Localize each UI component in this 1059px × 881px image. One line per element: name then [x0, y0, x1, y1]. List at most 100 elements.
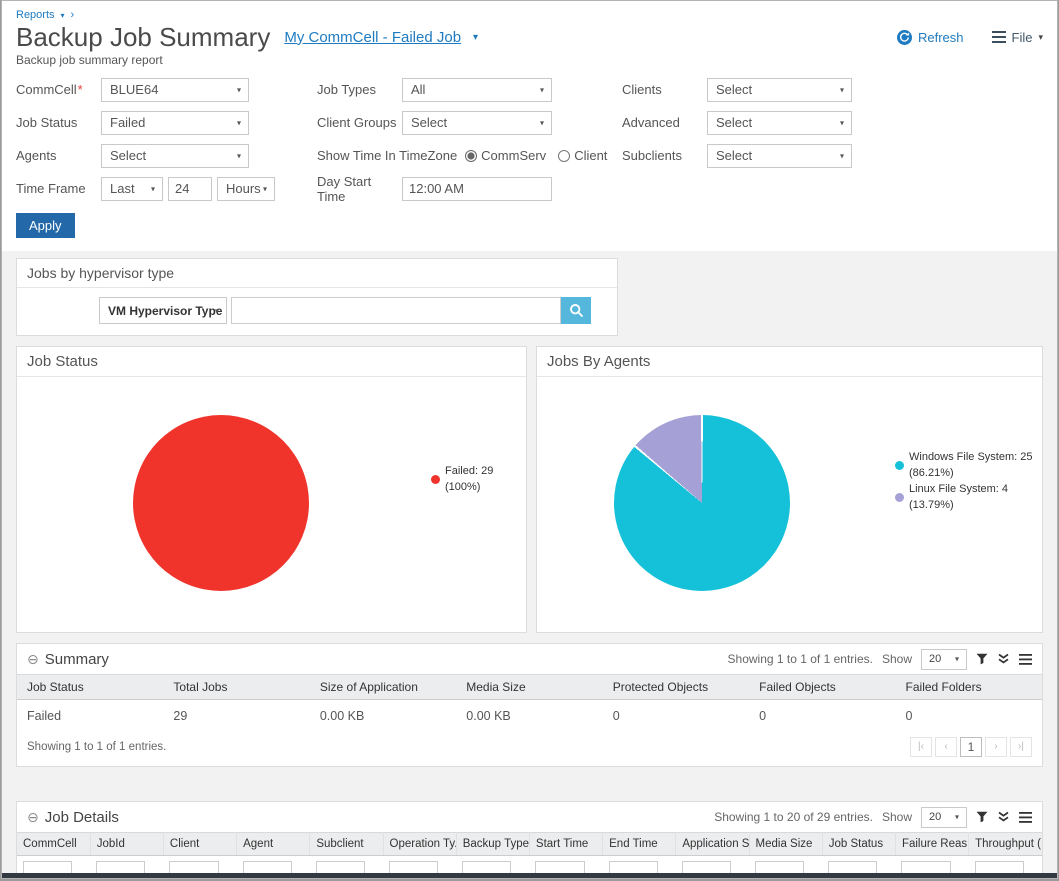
subclients-label: Subclients	[622, 148, 707, 163]
expand-all-button[interactable]	[997, 811, 1010, 823]
job-details-column-header[interactable]: Backup Type	[456, 833, 529, 856]
commcell-select[interactable]: BLUE64 ▾	[101, 78, 249, 102]
summary-column-header[interactable]: Job Status	[17, 675, 163, 700]
job-details-column-header[interactable]: Throughput (...	[969, 833, 1042, 856]
page-subtitle: Backup job summary report	[16, 53, 1043, 67]
advanced-select[interactable]: Select ▾	[707, 111, 852, 135]
summary-column-header[interactable]: Protected Objects	[603, 675, 749, 700]
commserv-radio-input[interactable]	[465, 150, 477, 162]
client-radio-input[interactable]	[558, 150, 570, 162]
jobs-by-agents-pie-chart[interactable]	[614, 415, 790, 591]
page-size-select[interactable]: 20 ▾	[921, 649, 967, 670]
summary-column-header[interactable]: Size of Application	[310, 675, 456, 700]
collapse-icon[interactable]: ⊖	[27, 810, 39, 824]
refresh-label: Refresh	[918, 30, 964, 45]
time-frame-amount-input[interactable]	[168, 177, 212, 201]
hamburger-icon	[1019, 812, 1032, 823]
chevron-down-icon[interactable]: ▾	[61, 11, 65, 20]
client-groups-select[interactable]: Select ▾	[402, 111, 552, 135]
page-header: Reports ▾ › Backup Job Summary My CommCe…	[2, 1, 1057, 67]
search-button[interactable]	[561, 297, 591, 324]
table-cell: 0.00 KB	[310, 700, 456, 733]
day-start-time-input[interactable]	[402, 177, 552, 201]
apply-button[interactable]: Apply	[16, 213, 75, 238]
columns-menu-button[interactable]	[1019, 812, 1032, 823]
show-label: Show	[882, 810, 912, 824]
job-status-select[interactable]: Failed ▾	[101, 111, 249, 135]
legend-item[interactable]: Linux File System: 4 (13.79%)	[895, 481, 1042, 513]
agents-select[interactable]: Select ▾	[101, 144, 249, 168]
clients-select[interactable]: Select ▾	[707, 78, 852, 102]
funnel-icon	[976, 653, 988, 665]
clients-label: Clients	[622, 82, 707, 97]
day-start-time-label: Day Start Time	[317, 174, 402, 204]
legend-item[interactable]: Windows File System: 25 (86.21%)	[895, 449, 1042, 481]
table-cell: 0	[896, 700, 1042, 733]
job-details-column-header[interactable]: Start Time	[529, 833, 602, 856]
legend-item[interactable]: Failed: 29 (100%)	[431, 463, 526, 495]
job-details-column-header[interactable]: Failure Reas...	[895, 833, 968, 856]
file-menu-button[interactable]: File ▾	[992, 30, 1043, 45]
summary-section: ⊖ Summary Showing 1 to 1 of 1 entries. S…	[16, 643, 1043, 767]
client-groups-label: Client Groups	[317, 115, 402, 130]
job-details-column-header[interactable]: End Time	[603, 833, 676, 856]
hypervisor-search-input[interactable]	[231, 297, 561, 324]
select-value: Select	[716, 115, 752, 130]
job-details-column-header[interactable]: Media Size	[749, 833, 822, 856]
job-details-column-header[interactable]: Subclient	[310, 833, 383, 856]
report-view-link[interactable]: My CommCell - Failed Job	[284, 29, 461, 46]
summary-title: Summary	[45, 651, 109, 668]
radio-label: Client	[574, 148, 607, 163]
chevron-down-icon: ▾	[151, 184, 155, 193]
job-details-column-header[interactable]: Client	[163, 833, 236, 856]
hypervisor-type-select[interactable]: VM Hypervisor Type ▾	[99, 297, 227, 324]
summary-column-header[interactable]: Failed Objects	[749, 675, 895, 700]
job-details-column-header[interactable]: CommCell	[17, 833, 90, 856]
filter-agents: Agents Select ▾	[16, 139, 317, 172]
refresh-button[interactable]: Refresh	[897, 30, 964, 45]
pagination-current-page[interactable]: 1	[960, 737, 982, 757]
subclients-select[interactable]: Select ▾	[707, 144, 852, 168]
pagination-last-button[interactable]: ›|	[1010, 737, 1032, 757]
job-details-column-header[interactable]: Agent	[237, 833, 310, 856]
filter-time-frame: Time Frame Last ▾ Hours ▾	[16, 172, 317, 205]
filter-toggle-button[interactable]	[976, 653, 988, 665]
pagination-next-button[interactable]: ›	[985, 737, 1007, 757]
table-cell: Failed	[17, 700, 163, 733]
columns-menu-button[interactable]	[1019, 654, 1032, 665]
select-value: Select	[110, 148, 146, 163]
collapse-icon[interactable]: ⊖	[27, 652, 39, 666]
job-details-column-header[interactable]: Operation Ty...	[383, 833, 456, 856]
summary-column-header[interactable]: Failed Folders	[896, 675, 1042, 700]
radio-commserv[interactable]: CommServ	[465, 148, 546, 163]
summary-column-header[interactable]: Media Size	[456, 675, 602, 700]
job-details-column-header[interactable]: JobId	[90, 833, 163, 856]
radio-client[interactable]: Client	[558, 148, 607, 163]
summary-column-header[interactable]: Total Jobs	[163, 675, 309, 700]
filter-client-groups: Client Groups Select ▾	[317, 106, 622, 139]
legend-label: Windows File System: 25 (86.21%)	[909, 449, 1042, 481]
filter-clients: Clients Select ▾	[622, 73, 1042, 106]
job-details-column-header[interactable]: Job Status	[822, 833, 895, 856]
breadcrumb-reports-link[interactable]: Reports	[16, 9, 55, 21]
job-types-select[interactable]: All ▾	[402, 78, 552, 102]
chevron-down-icon: ▾	[1038, 32, 1043, 43]
chevron-down-icon: ▾	[237, 151, 241, 160]
filter-toggle-button[interactable]	[976, 811, 988, 823]
job-details-column-header[interactable]: Application S...	[676, 833, 749, 856]
expand-all-button[interactable]	[997, 653, 1010, 665]
job-status-pie-chart[interactable]	[133, 415, 309, 591]
view-dropdown-caret-icon[interactable]: ▾	[473, 32, 478, 43]
pagination-first-button[interactable]: |‹	[910, 737, 932, 757]
pagination-prev-button[interactable]: ‹	[935, 737, 957, 757]
select-value: Last	[110, 181, 135, 196]
funnel-icon	[976, 811, 988, 823]
table-cell: 0	[603, 700, 749, 733]
time-frame-unit-select[interactable]: Hours ▾	[217, 177, 275, 201]
chevron-down-icon: ▾	[540, 118, 544, 127]
agents-label: Agents	[16, 148, 101, 163]
time-frame-mode-select[interactable]: Last ▾	[101, 177, 163, 201]
summary-showing-text: Showing 1 to 1 of 1 entries.	[728, 652, 873, 666]
double-chevron-down-icon	[997, 653, 1010, 665]
page-size-select[interactable]: 20 ▾	[921, 807, 967, 828]
